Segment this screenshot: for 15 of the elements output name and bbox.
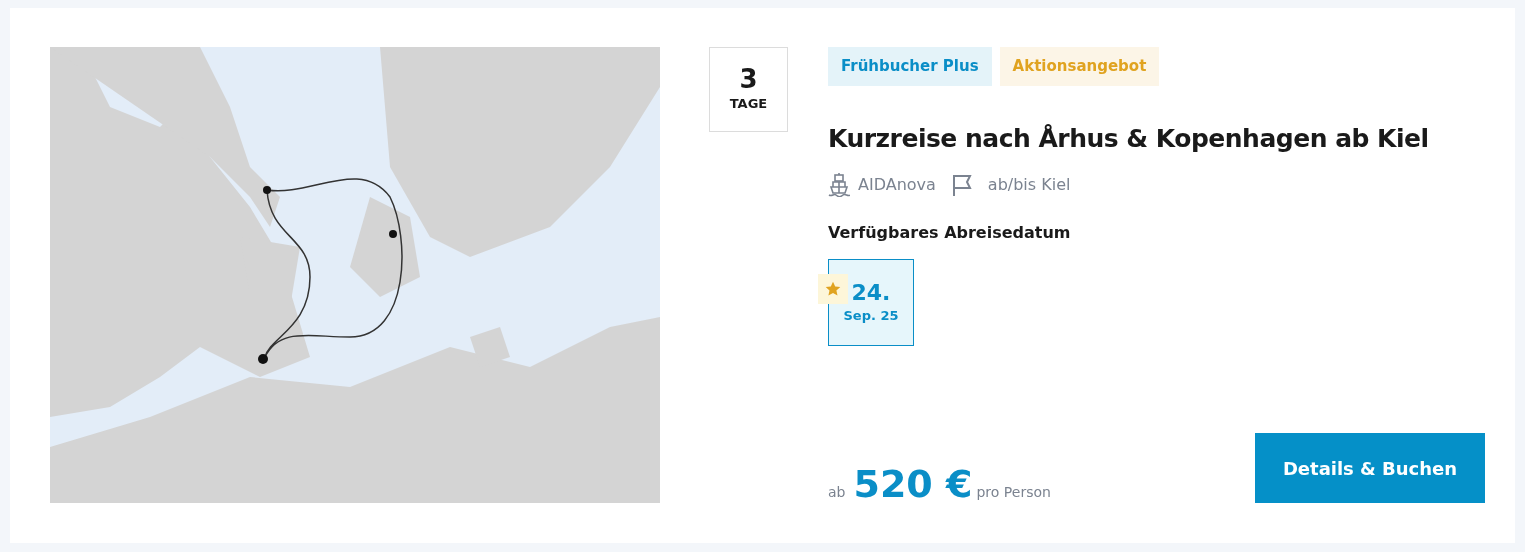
price: 520 € <box>853 465 973 503</box>
tag: Aktionsangebot <box>999 47 1160 86</box>
ship-name: AIDAnova <box>858 174 936 196</box>
tag: Frühbucher Plus <box>828 47 992 86</box>
ship-icon <box>828 173 850 197</box>
flag-icon <box>951 174 972 196</box>
day-count: 3 <box>739 65 758 95</box>
port-text: ab/bis Kiel <box>987 174 1071 196</box>
date-tile[interactable]: 24. Sep. 25 <box>828 259 914 346</box>
price-suffix: pro Person <box>976 483 1051 502</box>
trip-title: Kurzreise nach Århus & Kopenhagen ab Kiel <box>828 122 1430 155</box>
section-heading: Verfügbares Abreisedatum <box>828 222 1072 244</box>
details-button[interactable]: Details & Buchen <box>1255 433 1485 503</box>
price-prefix: ab <box>828 483 846 502</box>
days-label: TAGE <box>729 95 768 114</box>
